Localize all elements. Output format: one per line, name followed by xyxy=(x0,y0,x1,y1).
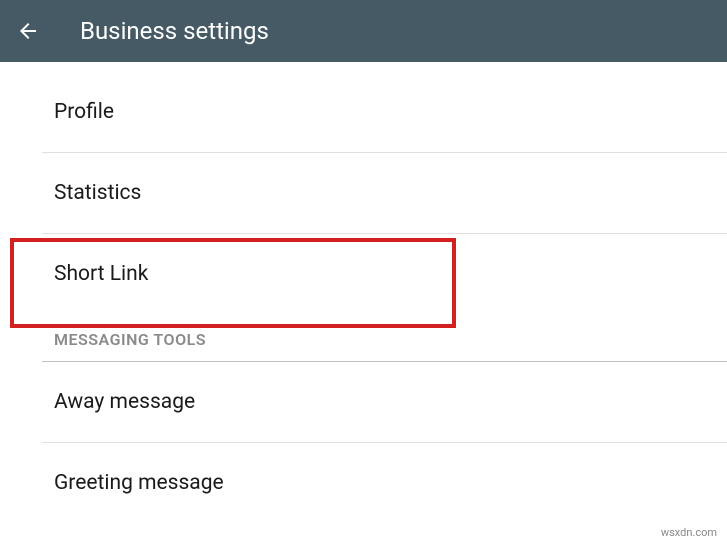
app-header: Business settings xyxy=(0,0,727,62)
watermark-text: wsxdn.com xyxy=(661,526,717,539)
list-item-label: Short Link xyxy=(42,234,727,314)
list-item-away-message[interactable]: Away message xyxy=(42,362,727,443)
list-item-label: Statistics xyxy=(42,153,727,233)
page-title: Business settings xyxy=(80,17,269,45)
list-item-profile[interactable]: Profile xyxy=(42,72,727,153)
list-item-statistics[interactable]: Statistics xyxy=(42,153,727,234)
list-item-greeting-message[interactable]: Greeting message xyxy=(42,443,727,523)
list-item-label: Profile xyxy=(42,72,727,152)
list-item-label: Away message xyxy=(42,362,727,442)
list-item-label: Greeting message xyxy=(42,443,727,523)
settings-list: Profile Statistics Short Link MESSAGING … xyxy=(0,62,727,523)
back-arrow-icon[interactable] xyxy=(16,19,40,43)
section-header-messaging-tools: MESSAGING TOOLS xyxy=(42,314,727,362)
list-item-short-link[interactable]: Short Link xyxy=(42,234,727,314)
